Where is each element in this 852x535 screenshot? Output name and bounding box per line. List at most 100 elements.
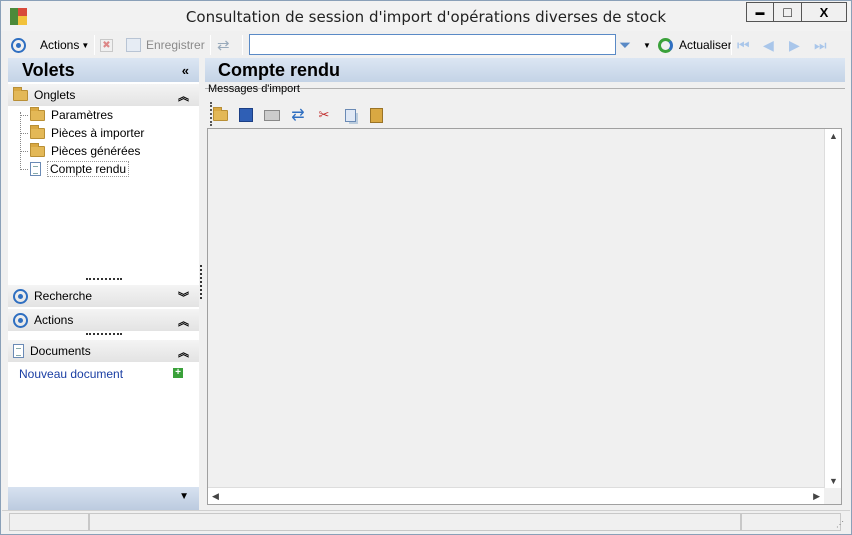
toolbar-separator (210, 35, 211, 55)
onglets-title: Onglets (34, 88, 76, 102)
tree-item-label: Pièces à importer (51, 126, 145, 140)
tree-connector (20, 115, 28, 116)
collapse-panel-button[interactable]: « (182, 63, 189, 78)
cut-button[interactable]: ✂ (315, 106, 333, 124)
close-button[interactable]: X (802, 2, 847, 22)
title-bar: Consultation de session d'import d'opéra… (1, 1, 851, 31)
tree-connector (20, 151, 28, 152)
vertical-scrollbar[interactable]: ▲ ▼ (824, 129, 841, 488)
chevron-down-icon: ▼ (81, 40, 90, 50)
open-button[interactable] (211, 106, 229, 124)
floppy-icon (239, 108, 253, 122)
filter-icon: ⏷ (619, 36, 632, 54)
tree-item-pieces-a-importer[interactable]: Pièces à importer (30, 124, 144, 142)
last-icon: ⏭ (814, 36, 827, 53)
filter-button[interactable]: ⏷ (619, 35, 631, 55)
search-input[interactable] (249, 34, 616, 55)
previous-record-button[interactable]: ◀ (763, 35, 774, 55)
window-title: Consultation de session d'import d'opéra… (185, 8, 667, 26)
save-button[interactable]: Enregistrer (126, 35, 205, 55)
scissors-icon: ✂ (318, 107, 330, 122)
chevron-down-icon: ▼ (643, 40, 651, 50)
copy-icon (344, 108, 356, 122)
document-icon (30, 162, 41, 176)
status-cell (89, 513, 741, 531)
maximize-icon: □ (783, 4, 792, 20)
panel-splitter[interactable] (200, 265, 202, 299)
chevron-up-icon: ︽ (178, 347, 189, 359)
maximize-button[interactable]: □ (774, 2, 802, 22)
toolbar-separator (94, 35, 95, 55)
refresh-button[interactable]: Actualiser (658, 35, 732, 55)
folder-icon (13, 86, 28, 101)
tab-messages-import[interactable]: Messages d'import (208, 83, 300, 95)
actions-group-header[interactable]: Actions ︽ (8, 309, 199, 331)
main-toolbar: Actions ▼ ✖ Enregistrer ⇄ ⏷ ▼ Actualiser… (2, 32, 850, 58)
tree-item-label: Paramètres (51, 108, 114, 122)
side-panel-footer[interactable]: ▼ (8, 487, 199, 510)
folder-icon (30, 142, 45, 157)
folder-icon (30, 124, 45, 139)
paste-button[interactable] (367, 106, 385, 124)
scroll-down-icon[interactable]: ▼ (829, 476, 838, 486)
folder-icon (30, 106, 45, 121)
printer-icon (264, 109, 280, 121)
refresh-icon (658, 37, 673, 53)
actions-icon (11, 37, 26, 53)
next-record-button[interactable]: ▶ (789, 35, 800, 55)
main-panel: Compte rendu Messages d'import ⇄ ✂ ▲ ▼ ◀… (205, 58, 845, 510)
save-button[interactable] (237, 106, 255, 124)
page-title: Compte rendu (218, 60, 341, 80)
tree-item-pieces-generees[interactable]: Pièces générées (30, 142, 140, 160)
recherche-group-header[interactable]: Recherche ︾ (8, 285, 199, 307)
actions-icon (13, 312, 28, 328)
minimize-button[interactable]: ▬ (746, 2, 774, 22)
next-icon: ▶ (789, 36, 800, 53)
chevron-up-icon: ︽ (178, 316, 189, 328)
document-icon (13, 344, 24, 358)
last-record-button[interactable]: ⏭ (814, 35, 827, 55)
onglets-group-header[interactable]: Onglets ︽ (8, 84, 199, 106)
actions-menu-button[interactable]: Actions ▼ (11, 35, 89, 55)
toolbar-separator (242, 35, 243, 55)
new-document-link[interactable]: Nouveau document (19, 367, 123, 381)
documents-group-header[interactable]: Documents ︽ (8, 340, 199, 362)
chevron-down-icon: ▼ (179, 491, 189, 502)
scroll-up-icon[interactable]: ▲ (829, 131, 838, 141)
tree-connector (20, 169, 28, 170)
sync-button[interactable]: ⇄ (217, 35, 230, 55)
horizontal-scrollbar[interactable]: ◀ ▶ (208, 487, 824, 504)
tree-item-compte-rendu[interactable]: Compte rendu (30, 160, 130, 178)
folder-open-icon (212, 106, 228, 121)
documents-title: Documents (30, 344, 91, 358)
tree-item-parametres[interactable]: Paramètres (30, 106, 113, 124)
delete-button[interactable]: ✖ (100, 35, 113, 55)
sync-icon: ⇄ (217, 37, 230, 54)
toolbar-separator (731, 35, 732, 55)
resize-grip-icon[interactable]: ⋰ (836, 520, 844, 529)
status-cell (741, 513, 841, 531)
copy-button[interactable] (341, 106, 359, 124)
tree-connector (20, 112, 21, 170)
print-button[interactable] (263, 106, 281, 124)
search-icon (13, 288, 28, 304)
resize-grip[interactable] (86, 333, 122, 335)
sync-button[interactable]: ⇄ (289, 106, 307, 124)
chevron-up-icon: ︽ (178, 91, 189, 103)
minimize-icon: ▬ (755, 7, 765, 17)
chevron-down-icon: ︾ (178, 292, 189, 304)
add-icon[interactable]: + (173, 368, 183, 378)
scroll-left-icon[interactable]: ◀ (212, 491, 219, 502)
scroll-right-icon[interactable]: ▶ (813, 491, 820, 502)
save-label: Enregistrer (146, 38, 205, 52)
import-messages-area[interactable]: ▲ ▼ ◀ ▶ (207, 128, 842, 505)
delete-icon: ✖ (100, 38, 113, 52)
refresh-label: Actualiser (679, 38, 732, 52)
first-icon: ⏮ (737, 36, 750, 53)
first-record-button[interactable]: ⏮ (737, 35, 750, 55)
side-panel: Volets « Onglets ︽ Paramètres Pièces à i… (8, 58, 199, 510)
clipboard-icon (369, 107, 383, 123)
resize-grip[interactable] (86, 278, 122, 280)
filter-dropdown[interactable]: ▼ (643, 35, 651, 55)
tab-divider (205, 88, 845, 89)
